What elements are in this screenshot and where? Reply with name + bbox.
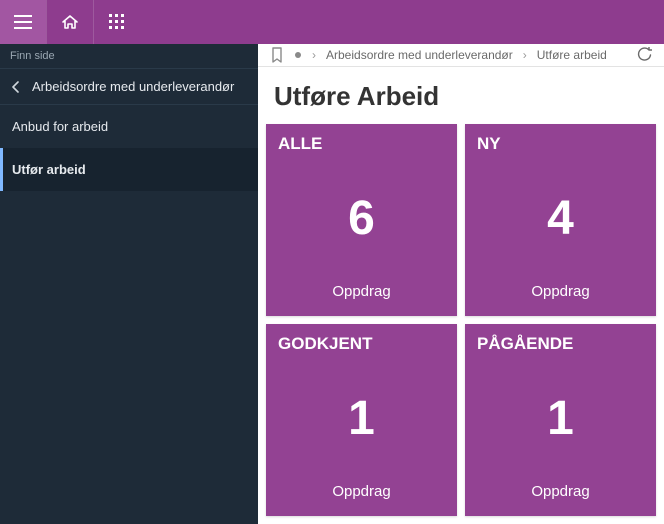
tile-sub: Oppdrag xyxy=(278,283,445,306)
tile-godkjent[interactable]: GODKJENT 1 Oppdrag xyxy=(266,324,457,516)
sidebar-item-utfor[interactable]: Utfør arbeid xyxy=(0,148,258,191)
sidebar: Finn side Arbeidsordre med underleverand… xyxy=(0,44,258,524)
home-button[interactable] xyxy=(47,0,93,44)
tile-title: PÅGÅENDE xyxy=(477,334,644,354)
tile-sub: Oppdrag xyxy=(278,483,445,506)
page-title: Utføre Arbeid xyxy=(258,67,664,124)
tile-alle[interactable]: ALLE 6 Oppdrag xyxy=(266,124,457,316)
breadcrumb-item[interactable]: Arbeidsordre med underleverandør xyxy=(326,48,513,62)
tile-value: 6 xyxy=(278,154,445,283)
topbar xyxy=(0,0,664,44)
breadcrumb-item[interactable]: Utføre arbeid xyxy=(537,48,607,62)
tile-title: GODKJENT xyxy=(278,334,445,354)
grid-icon xyxy=(109,14,125,30)
chevron-right-icon: › xyxy=(523,48,527,62)
tile-title: NY xyxy=(477,134,644,154)
tile-value: 4 xyxy=(477,154,644,283)
sidebar-item-label: Anbud for arbeid xyxy=(12,119,108,134)
tile-sub: Oppdrag xyxy=(477,483,644,506)
main-area: › Arbeidsordre med underleverandør › Utf… xyxy=(258,44,664,524)
home-icon xyxy=(61,13,79,31)
chevron-left-icon xyxy=(12,81,20,93)
tile-pagaende[interactable]: PÅGÅENDE 1 Oppdrag xyxy=(465,324,656,516)
tile-title: ALLE xyxy=(278,134,445,154)
tile-value: 1 xyxy=(477,354,644,483)
breadcrumb-bar: › Arbeidsordre med underleverandør › Utf… xyxy=(258,44,664,67)
sidebar-header[interactable]: Arbeidsordre med underleverandør xyxy=(0,69,258,105)
menu-button[interactable] xyxy=(0,0,46,44)
dot-icon xyxy=(294,51,302,59)
find-page-input[interactable]: Finn side xyxy=(0,44,258,69)
tile-ny[interactable]: NY 4 Oppdrag xyxy=(465,124,656,316)
sidebar-item-anbud[interactable]: Anbud for arbeid xyxy=(0,105,258,148)
tile-sub: Oppdrag xyxy=(477,283,644,306)
apps-button[interactable] xyxy=(94,0,140,44)
tile-grid: ALLE 6 Oppdrag NY 4 Oppdrag GODKJENT 1 O… xyxy=(258,124,664,524)
chevron-right-icon: › xyxy=(312,48,316,62)
hamburger-icon xyxy=(14,15,32,29)
bookmark-icon[interactable] xyxy=(270,47,284,63)
sidebar-header-label: Arbeidsordre med underleverandør xyxy=(32,79,234,94)
tile-value: 1 xyxy=(278,354,445,483)
sidebar-item-label: Utfør arbeid xyxy=(12,162,86,177)
refresh-icon[interactable] xyxy=(636,47,652,63)
